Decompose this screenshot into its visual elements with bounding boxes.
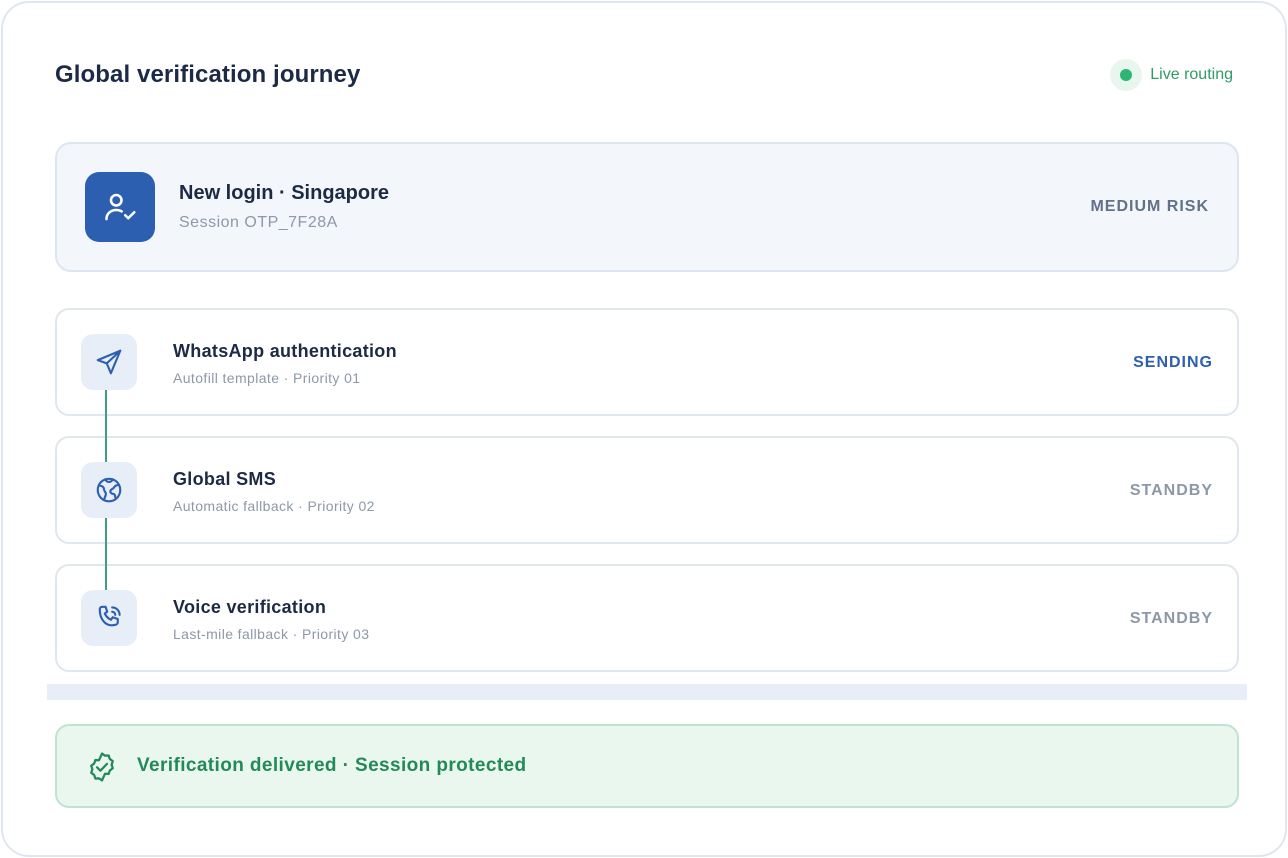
login-event-card[interactable]: New login · Singapore Session OTP_7F28A … [55, 142, 1239, 272]
user-check-icon [85, 172, 155, 242]
delivery-status-banner: Verification delivered · Session protect… [55, 724, 1239, 808]
step-voice[interactable]: Voice verification Last-mile fallback · … [55, 564, 1239, 672]
session-id: Session OTP_7F28A [179, 214, 338, 231]
step-subtitle: Automatic fallback · Priority 02 [173, 498, 375, 514]
step-subtitle: Last-mile fallback · Priority 03 [173, 626, 370, 642]
badge-check-icon [85, 750, 119, 784]
step-connector [105, 518, 107, 590]
delivery-message: Verification delivered · Session protect… [137, 755, 527, 776]
status-badge: STANDBY [1129, 482, 1213, 499]
risk-badge: MEDIUM RISK [1090, 198, 1209, 215]
status-badge: SENDING [1133, 354, 1213, 371]
step-title: Voice verification [173, 597, 327, 617]
verification-journey-card: Global verification journey Live routing… [1, 1, 1287, 857]
live-routing-indicator: Live routing [1110, 59, 1233, 91]
step-whatsapp[interactable]: WhatsApp authentication Autofill templat… [55, 308, 1239, 416]
send-icon [81, 334, 137, 390]
step-sms[interactable]: Global SMS Automatic fallback · Priority… [55, 436, 1239, 544]
globe-icon [81, 462, 137, 518]
login-title: New login · Singapore [179, 182, 390, 204]
page-title: Global verification journey [55, 61, 361, 88]
step-subtitle: Autofill template · Priority 01 [173, 370, 361, 386]
step-title: Global SMS [173, 469, 277, 489]
step-connector [105, 390, 107, 462]
phone-call-icon [81, 590, 137, 646]
live-routing-label: Live routing [1150, 66, 1233, 83]
section-divider [47, 684, 1247, 700]
status-badge: STANDBY [1129, 610, 1213, 627]
live-status-dot [1110, 59, 1143, 91]
step-title: WhatsApp authentication [173, 341, 397, 361]
